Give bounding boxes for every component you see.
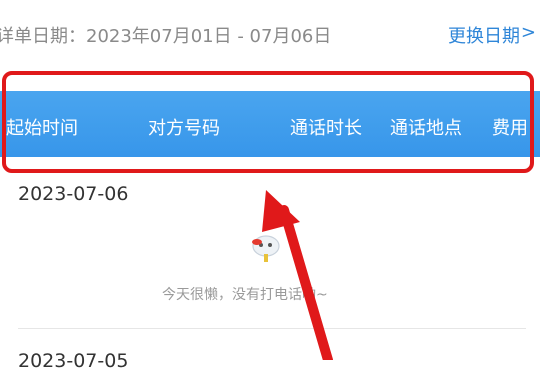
date-range-row: 详单日期：2023年07月01日 - 07月06日 更换日期 >	[0, 10, 540, 54]
change-date-link[interactable]: 更换日期	[448, 22, 520, 48]
record-date-next: 2023-07-05	[18, 350, 129, 372]
record-date: 2023-07-06	[18, 183, 129, 205]
chevron-right-icon[interactable]: >	[521, 22, 536, 43]
date-range-label: 详单日期：2023年07月01日 - 07月06日	[0, 26, 332, 47]
lazy-cloud-icon	[248, 232, 284, 266]
divider	[18, 328, 526, 329]
empty-state-message: 今天很懒，没有打电话哟~	[162, 287, 328, 303]
highlight-frame	[2, 71, 534, 173]
red-arrow-annotation	[262, 190, 333, 360]
